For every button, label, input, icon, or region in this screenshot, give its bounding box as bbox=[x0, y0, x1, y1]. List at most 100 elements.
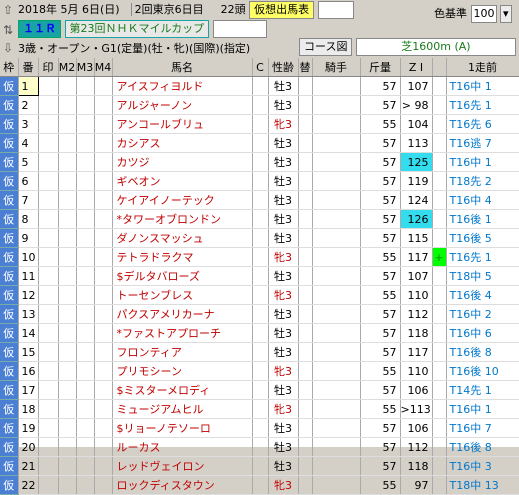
sex-age[interactable]: 牝3 bbox=[268, 114, 299, 134]
horse-number[interactable]: 12 bbox=[17, 285, 39, 305]
table-row[interactable]: 仮 13 パクスアメリカーナ 牡3 57 112 T16中 2 bbox=[0, 304, 519, 324]
change-cell[interactable] bbox=[298, 304, 313, 324]
table-row[interactable]: 仮 7 ケイアイノーテック 牡3 57 124 T16中 4 bbox=[0, 190, 519, 210]
zi-index[interactable]: 113 bbox=[400, 133, 433, 153]
table-row[interactable]: 仮 15 フロンティア 牡3 57 117 T16後 8 bbox=[0, 342, 519, 362]
horse-name[interactable]: カツジ bbox=[112, 152, 253, 172]
m3-cell[interactable] bbox=[76, 228, 95, 248]
waku-cell[interactable]: 仮 bbox=[0, 456, 19, 476]
m4-cell[interactable] bbox=[94, 323, 113, 343]
m3-cell[interactable] bbox=[76, 209, 95, 229]
zi-index[interactable]: 115 bbox=[400, 228, 433, 248]
last-race[interactable]: T16中 1 bbox=[446, 399, 519, 419]
c-cell[interactable] bbox=[252, 190, 269, 210]
horse-number[interactable]: 3 bbox=[17, 114, 39, 134]
mark-cell[interactable] bbox=[38, 190, 59, 210]
weight[interactable]: 57 bbox=[360, 380, 401, 400]
m4-cell[interactable] bbox=[94, 399, 113, 419]
mark-cell[interactable] bbox=[38, 114, 59, 134]
m4-cell[interactable] bbox=[94, 437, 113, 457]
jockey-cell[interactable] bbox=[312, 456, 361, 476]
mark-cell[interactable] bbox=[38, 285, 59, 305]
table-row[interactable]: 仮 3 アンコールブリュ 牝3 55 104 T16先 6 bbox=[0, 114, 519, 134]
weight[interactable]: 57 bbox=[360, 133, 401, 153]
m2-cell[interactable] bbox=[58, 247, 77, 267]
mark-cell[interactable] bbox=[38, 209, 59, 229]
m3-cell[interactable] bbox=[76, 456, 95, 476]
virtual-entry-button[interactable]: 仮想出馬表 bbox=[249, 1, 315, 19]
table-row[interactable]: 仮 19 $リョーノテソーロ 牡3 57 106 T16中 7 bbox=[0, 418, 519, 438]
table-row[interactable]: 仮 22 ロックディスタウン 牝3 55 97 T18中 13 bbox=[0, 475, 519, 495]
m2-cell[interactable] bbox=[58, 437, 77, 457]
horse-number[interactable]: 4 bbox=[17, 133, 39, 153]
table-row[interactable]: 仮 21 レッドヴェイロン 牡3 57 118 T16中 3 bbox=[0, 456, 519, 476]
m4-cell[interactable] bbox=[94, 285, 113, 305]
jockey-cell[interactable] bbox=[312, 171, 361, 191]
m4-cell[interactable] bbox=[94, 456, 113, 476]
column-header[interactable]: 1走前 bbox=[446, 58, 519, 77]
horse-name[interactable]: カシアス bbox=[112, 133, 253, 153]
weight[interactable]: 57 bbox=[360, 342, 401, 362]
table-row[interactable]: 仮 11 $デルタバローズ 牡3 57 107 T18中 5 bbox=[0, 266, 519, 286]
table-row[interactable]: 仮 18 ミュージアムヒル 牝3 55 >113 T16中 1 bbox=[0, 399, 519, 419]
weight[interactable]: 55 bbox=[360, 399, 401, 419]
plus-mark[interactable] bbox=[432, 266, 447, 286]
weight[interactable]: 57 bbox=[360, 304, 401, 324]
waku-cell[interactable]: 仮 bbox=[0, 285, 19, 305]
zi-index[interactable]: >113 bbox=[400, 399, 433, 419]
horse-number[interactable]: 11 bbox=[17, 266, 39, 286]
column-header[interactable]: 番 bbox=[18, 58, 39, 77]
weight[interactable]: 57 bbox=[360, 209, 401, 229]
c-cell[interactable] bbox=[252, 399, 269, 419]
change-cell[interactable] bbox=[298, 323, 313, 343]
mark-cell[interactable] bbox=[38, 228, 59, 248]
jockey-cell[interactable] bbox=[312, 95, 361, 115]
last-race[interactable]: T16後 10 bbox=[446, 361, 519, 381]
horse-number[interactable]: 15 bbox=[17, 342, 39, 362]
zi-index[interactable]: 117 bbox=[400, 247, 433, 267]
horse-name[interactable]: $ミスターメロディ bbox=[112, 380, 253, 400]
zi-index[interactable]: 107 bbox=[400, 76, 433, 96]
sex-age[interactable]: 牡3 bbox=[268, 342, 299, 362]
m2-cell[interactable] bbox=[58, 475, 77, 495]
zi-index[interactable]: 112 bbox=[400, 437, 433, 457]
sex-age[interactable]: 牡3 bbox=[268, 152, 299, 172]
table-row[interactable]: 仮 16 プリモシーン 牝3 55 110 T16後 10 bbox=[0, 361, 519, 381]
race-extra-field[interactable] bbox=[212, 20, 267, 38]
sex-age[interactable]: 牝3 bbox=[268, 475, 299, 495]
weight[interactable]: 55 bbox=[360, 475, 401, 495]
horse-name[interactable]: ギベオン bbox=[112, 171, 253, 191]
horse-name[interactable]: フロンティア bbox=[112, 342, 253, 362]
horse-name[interactable]: ケイアイノーテック bbox=[112, 190, 253, 210]
weight[interactable]: 57 bbox=[360, 418, 401, 438]
horse-name[interactable]: $デルタバローズ bbox=[112, 266, 253, 286]
change-cell[interactable] bbox=[298, 76, 313, 96]
table-row[interactable]: 仮 6 ギベオン 牡3 57 119 T18先 2 bbox=[0, 171, 519, 191]
mark-cell[interactable] bbox=[38, 171, 59, 191]
waku-cell[interactable]: 仮 bbox=[0, 95, 19, 115]
zi-index[interactable]: 126 bbox=[400, 209, 433, 229]
change-cell[interactable] bbox=[298, 228, 313, 248]
last-race[interactable]: T16先 6 bbox=[446, 114, 519, 134]
weight[interactable]: 57 bbox=[360, 95, 401, 115]
last-race[interactable]: T16中 7 bbox=[446, 418, 519, 438]
column-header[interactable]: 騎手 bbox=[312, 58, 361, 77]
weight[interactable]: 55 bbox=[360, 361, 401, 381]
column-header[interactable]: 印 bbox=[38, 58, 59, 77]
horse-name[interactable]: *ファストアプローチ bbox=[112, 323, 253, 343]
horse-name[interactable]: アルジャーノン bbox=[112, 95, 253, 115]
waku-cell[interactable]: 仮 bbox=[0, 399, 19, 419]
m3-cell[interactable] bbox=[76, 285, 95, 305]
horse-number[interactable]: 1 bbox=[17, 76, 39, 96]
c-cell[interactable] bbox=[252, 133, 269, 153]
column-header[interactable] bbox=[432, 58, 447, 77]
table-row[interactable]: 仮 2 アルジャーノン 牡3 57 > 98 T16先 1 bbox=[0, 95, 519, 115]
m2-cell[interactable] bbox=[58, 266, 77, 286]
sex-age[interactable]: 牡3 bbox=[268, 190, 299, 210]
mark-cell[interactable] bbox=[38, 152, 59, 172]
waku-cell[interactable]: 仮 bbox=[0, 266, 19, 286]
plus-mark[interactable] bbox=[432, 285, 447, 305]
horse-number[interactable]: 18 bbox=[17, 399, 39, 419]
plus-mark[interactable] bbox=[432, 418, 447, 438]
sex-age[interactable]: 牡3 bbox=[268, 323, 299, 343]
